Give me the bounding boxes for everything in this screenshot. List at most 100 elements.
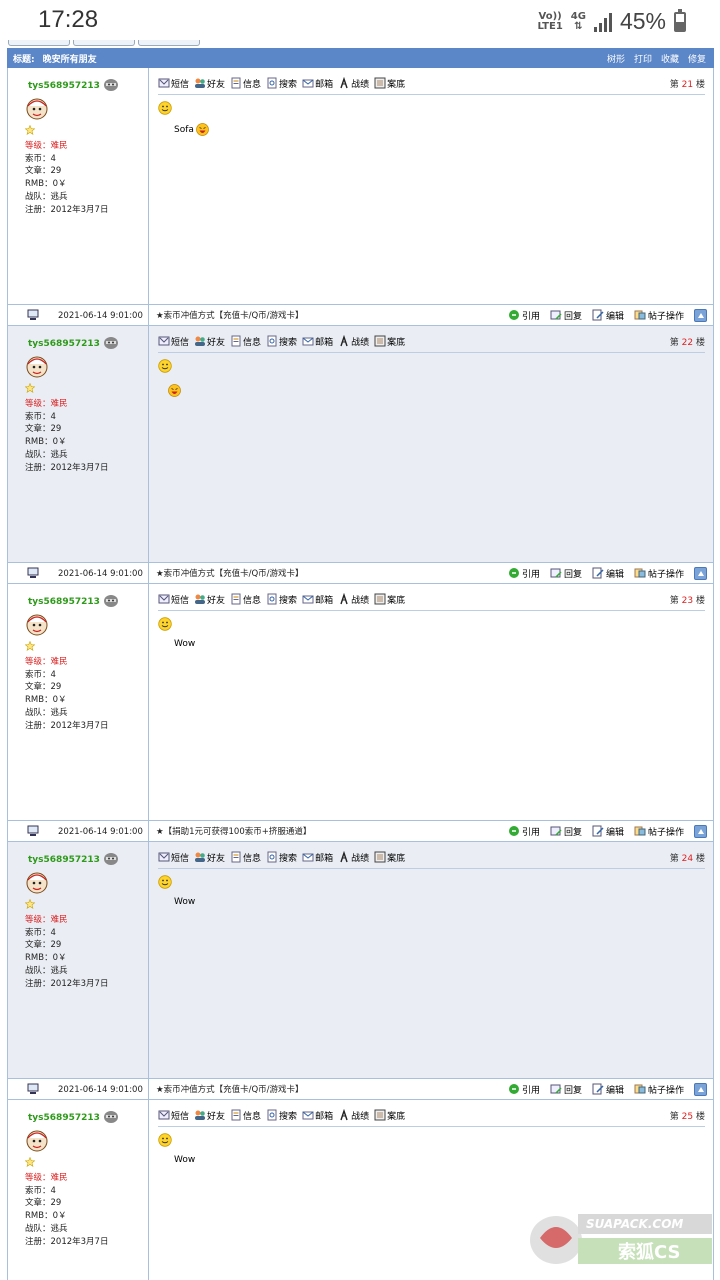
toolbar-mail-button[interactable]: 邮箱	[302, 593, 333, 606]
info-icon	[231, 851, 241, 863]
post-ops-button[interactable]: 帖子操作	[634, 1083, 684, 1096]
toolbar-label: 邮箱	[315, 595, 334, 606]
author-username[interactable]: tys568957213	[28, 855, 148, 865]
repair-link[interactable]: 修复	[688, 52, 706, 65]
favorite-link[interactable]: 收藏	[661, 52, 679, 65]
avatar[interactable]	[25, 97, 49, 121]
search-icon	[267, 335, 277, 347]
back-to-top-button[interactable]	[694, 308, 707, 322]
toolbar-mail-button[interactable]: 邮箱	[302, 335, 333, 348]
toolbar-friends-button[interactable]: 好友	[194, 77, 225, 90]
toolbar-label: 案底	[387, 595, 406, 606]
toolbar-record-button[interactable]: 战绩	[338, 77, 369, 90]
edit-button[interactable]: 编辑	[592, 825, 624, 838]
post-ops-button[interactable]: 帖子操作	[634, 825, 684, 838]
toolbar-file-button[interactable]: 案底	[374, 1109, 405, 1122]
user-rmb: RMB：0￥	[25, 1211, 67, 1222]
toolbar-info-button[interactable]: 信息	[230, 335, 261, 348]
rank-star-icon	[24, 640, 36, 651]
offline-status-icon	[104, 853, 118, 865]
back-to-top-button[interactable]	[694, 1082, 707, 1096]
toolbar-record-button[interactable]: 战绩	[338, 335, 369, 348]
avatar[interactable]	[25, 871, 49, 895]
toolbar-friends-button[interactable]: 好友	[194, 335, 225, 348]
signal-icon	[593, 12, 612, 32]
edit-button[interactable]: 编辑	[592, 309, 624, 322]
user-team: 战队：逃兵	[25, 191, 68, 202]
toolbar-friends-button[interactable]: 好友	[194, 1109, 225, 1122]
author-username[interactable]: tys568957213	[28, 597, 148, 607]
toolbar-search-button[interactable]: 搜索	[266, 593, 297, 606]
mail-icon	[302, 337, 314, 346]
user-rank: 等级：难民	[25, 657, 68, 667]
toolbar-file-button[interactable]: 案底	[374, 335, 405, 348]
toolbar-search-button[interactable]: 搜索	[266, 335, 297, 348]
toolbar-search-button[interactable]: 搜索	[266, 851, 297, 864]
toolbar-record-button[interactable]: 战绩	[338, 593, 369, 606]
author-panel: tys568957213 等级：难民 索币：4 文章：29 RMB：0￥ 战队：…	[8, 584, 149, 820]
post-ops-button[interactable]: 帖子操作	[634, 309, 684, 322]
user-articles: 文章：29	[25, 166, 62, 177]
quote-button[interactable]: 引用	[508, 825, 540, 838]
back-to-top-button[interactable]	[694, 566, 707, 580]
toolbar-search-button[interactable]: 搜索	[266, 77, 297, 90]
toolbar-info-button[interactable]: 信息	[230, 1109, 261, 1122]
toolbar-label: 信息	[243, 337, 262, 348]
toolbar-sms-button[interactable]: 短信	[158, 593, 189, 606]
print-link[interactable]: 打印	[634, 52, 652, 65]
toolbar-sms-button[interactable]: 短信	[158, 1109, 189, 1122]
record-icon	[340, 851, 348, 863]
quote-button[interactable]: 引用	[508, 1083, 540, 1096]
toolbar-file-button[interactable]: 案底	[374, 77, 405, 90]
coin-recharge-notice[interactable]: ★索币冲值方式【充值卡/Q币/游戏卡】	[156, 1083, 304, 1095]
reply-button[interactable]: 回复	[550, 309, 582, 322]
author-username[interactable]: tys568957213	[28, 1113, 148, 1123]
toolbar-mail-button[interactable]: 邮箱	[302, 851, 333, 864]
user-toolbar: 短信 好友 信息 搜索 邮箱 战绩 案底	[158, 850, 705, 864]
battery-percent: 45%	[619, 8, 666, 34]
avatar[interactable]	[25, 613, 49, 637]
toolbar-record-button[interactable]: 战绩	[338, 1109, 369, 1122]
toolbar-info-button[interactable]: 信息	[230, 77, 261, 90]
post-message: Sofa	[174, 123, 705, 136]
coin-recharge-notice[interactable]: ★【捐助1元可获得100索币+挤服通道】	[156, 825, 311, 837]
edit-button[interactable]: 编辑	[592, 567, 624, 580]
status-bar: 17:28 Vo)) LTE1 4G ⇅ 45%	[0, 0, 720, 44]
reply-button[interactable]: 回复	[550, 1083, 582, 1096]
edit-button[interactable]: 编辑	[592, 1083, 624, 1096]
avatar[interactable]	[25, 1129, 49, 1153]
toolbar-search-button[interactable]: 搜索	[266, 1109, 297, 1122]
tree-view-link[interactable]: 树形	[607, 52, 625, 65]
toolbar-sms-button[interactable]: 短信	[158, 335, 189, 348]
toolbar-sms-button[interactable]: 短信	[158, 77, 189, 90]
post-ops-button[interactable]: 帖子操作	[634, 567, 684, 580]
quote-button[interactable]: 引用	[508, 567, 540, 580]
user-rank: 等级：难民	[25, 141, 68, 151]
toolbar-sms-button[interactable]: 短信	[158, 851, 189, 864]
quote-icon	[508, 310, 519, 320]
toolbar-info-button[interactable]: 信息	[230, 593, 261, 606]
toolbar-friends-button[interactable]: 好友	[194, 851, 225, 864]
user-toolbar: 短信 好友 信息 搜索 邮箱 战绩 案底	[158, 76, 705, 90]
tab-stub[interactable]	[73, 40, 135, 46]
search-icon	[267, 1109, 277, 1121]
author-username[interactable]: tys568957213	[28, 339, 148, 349]
author-username[interactable]: tys568957213	[28, 81, 148, 91]
toolbar-label: 战绩	[351, 595, 370, 606]
reply-button[interactable]: 回复	[550, 825, 582, 838]
toolbar-mail-button[interactable]: 邮箱	[302, 77, 333, 90]
tab-stub[interactable]	[8, 40, 70, 46]
toolbar-file-button[interactable]: 案底	[374, 851, 405, 864]
tab-stub[interactable]	[138, 40, 200, 46]
coin-recharge-notice[interactable]: ★索币冲值方式【充值卡/Q币/游戏卡】	[156, 567, 304, 579]
toolbar-mail-button[interactable]: 邮箱	[302, 1109, 333, 1122]
toolbar-friends-button[interactable]: 好友	[194, 593, 225, 606]
toolbar-info-button[interactable]: 信息	[230, 851, 261, 864]
toolbar-record-button[interactable]: 战绩	[338, 851, 369, 864]
back-to-top-button[interactable]	[694, 824, 707, 838]
toolbar-file-button[interactable]: 案底	[374, 593, 405, 606]
coin-recharge-notice[interactable]: ★索币冲值方式【充值卡/Q币/游戏卡】	[156, 309, 304, 321]
avatar[interactable]	[25, 355, 49, 379]
quote-button[interactable]: 引用	[508, 309, 540, 322]
reply-button[interactable]: 回复	[550, 567, 582, 580]
